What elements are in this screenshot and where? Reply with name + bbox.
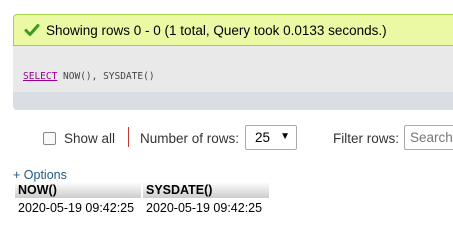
rows-per-page-select[interactable]: 25 ▼ [245,125,297,150]
filter-rows-label: Filter rows: [333,131,400,146]
sql-query-text: SELECT NOW(), SYSDATE() [23,71,155,82]
cell-now[interactable]: 2020-05-19 09:42:25 [15,198,141,218]
filter-rows-input[interactable]: Search this table [404,125,453,150]
cell-sysdate[interactable]: 2020-05-19 09:42:25 [143,198,269,218]
table-row: 2020-05-19 09:42:25 2020-05-19 09:42:25 [15,198,269,218]
query-results-page: Showing rows 0 - 0 (1 total, Query took … [0,0,453,243]
table-header-row: NOW() SYSDATE() [15,182,269,198]
dropdown-arrow-icon: ▼ [280,131,290,142]
rows-per-page-value: 25 [255,130,271,145]
filter-rows-placeholder: Search this table [410,130,453,145]
sql-query-box: SELECT NOW(), SYSDATE() [13,46,453,93]
table-navigation: Show all Number of rows: 25 ▼ Filter row… [0,124,453,154]
success-message-bar: Showing rows 0 - 0 (1 total, Query took … [13,14,453,46]
check-icon [24,22,40,38]
status-message: Showing rows 0 - 0 (1 total, Query took … [46,22,387,38]
show-all-checkbox[interactable] [43,132,56,145]
query-result-panel: Showing rows 0 - 0 (1 total, Query took … [13,14,453,110]
options-link[interactable]: + Options [13,168,67,182]
number-of-rows-label: Number of rows: [140,131,240,146]
sql-tools-bar [13,92,453,110]
sql-query-rest: NOW(), SYSDATE() [57,71,155,82]
sql-keyword-link[interactable]: SELECT [23,71,57,82]
column-header-now[interactable]: NOW() [15,182,141,198]
show-all-label[interactable]: Show all [64,131,115,146]
results-table: NOW() SYSDATE() 2020-05-19 09:42:25 2020… [13,182,271,218]
nav-divider [128,127,129,147]
column-header-sysdate[interactable]: SYSDATE() [143,182,269,198]
